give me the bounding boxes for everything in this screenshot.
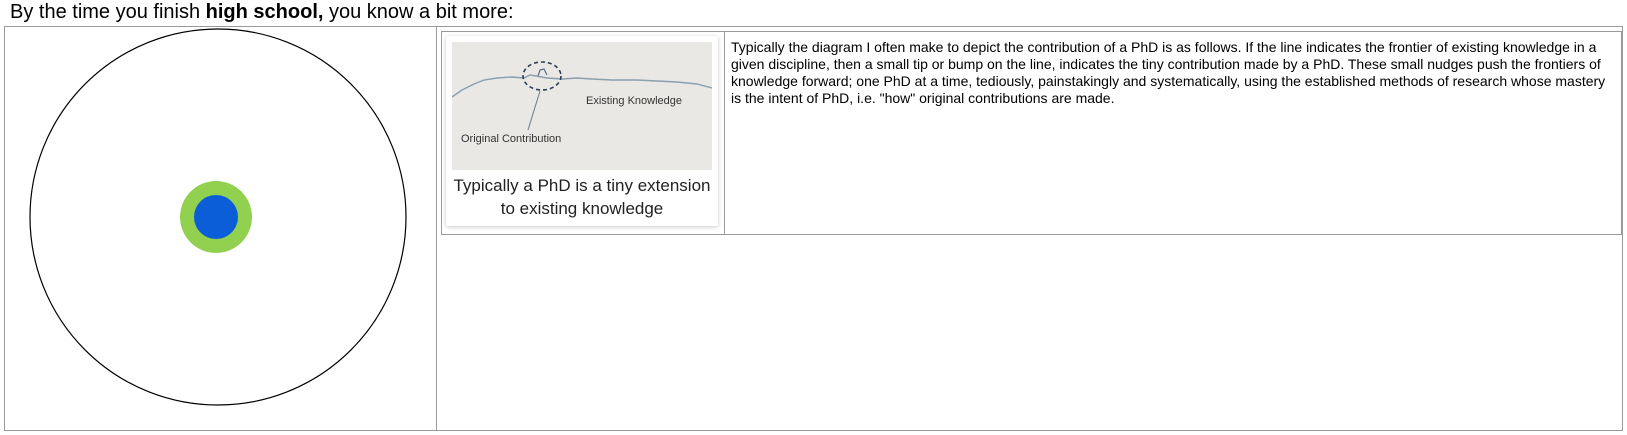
explanation-paragraph: Typically the diagram I often make to de…: [731, 39, 1606, 106]
inner-table: Existing Knowledge Original Contribution…: [441, 31, 1622, 235]
phd-contribution-figure: Existing Knowledge Original Contribution: [451, 42, 713, 170]
elementary-school-core: [194, 195, 238, 239]
heading-suffix: you know a bit more:: [323, 1, 514, 23]
layout-table: Existing Knowledge Original Contribution…: [4, 26, 1623, 431]
contribution-pointer-line: [527, 90, 541, 131]
figure-card: Existing Knowledge Original Contribution…: [446, 36, 718, 226]
knowledge-circle-diagram: [29, 28, 407, 406]
contribution-bump: [537, 68, 548, 77]
heading-bold: high school,: [205, 1, 324, 23]
knowledge-frontier-line: [451, 74, 713, 98]
content-cell: Existing Knowledge Original Contribution…: [437, 27, 1622, 430]
existing-knowledge-label: Existing Knowledge: [586, 95, 682, 107]
figure-cell: Existing Knowledge Original Contribution…: [442, 32, 725, 234]
frontier-line-sketch: Existing Knowledge Original Contribution: [451, 61, 713, 145]
figure-caption: Typically a PhD is a tiny extension to e…: [453, 176, 711, 218]
section-heading: By the time you finish high school, you …: [10, 0, 514, 24]
heading-prefix: By the time you finish: [10, 1, 206, 23]
original-contribution-label: Original Contribution: [461, 133, 561, 145]
explanation-cell: Typically the diagram I often make to de…: [725, 32, 1621, 234]
circle-cell: [5, 27, 437, 430]
